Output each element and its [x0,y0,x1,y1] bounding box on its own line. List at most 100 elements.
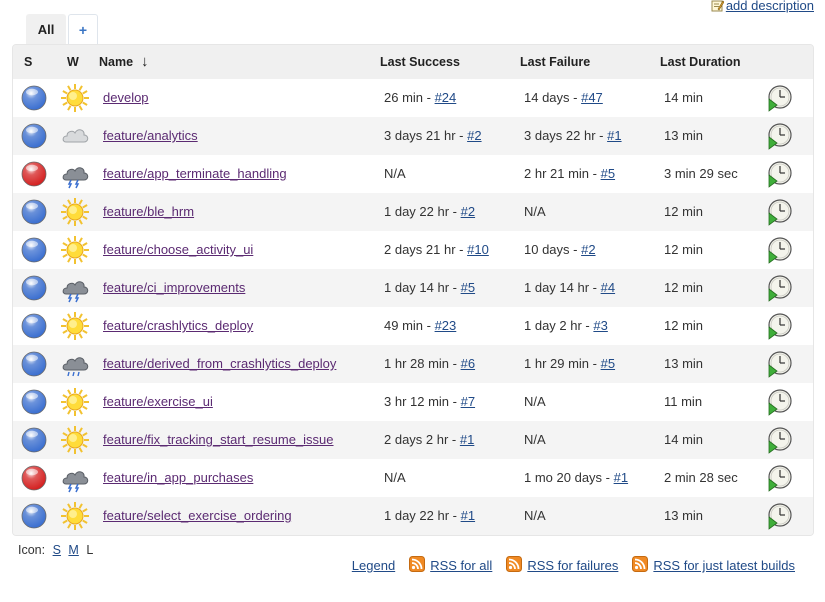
last-success: 2 days 2 hr - #1 [384,421,474,459]
last-success-time: 2 days 21 hr - [384,242,468,257]
schedule-build-icon[interactable] [767,502,793,530]
last-failure: 1 hr 29 min - #5 [524,345,615,383]
red-status-ball-icon [20,159,48,187]
last-duration: 3 min 29 sec [664,166,738,181]
job-name-link[interactable]: feature/analytics [103,128,198,143]
last-failure-build-link[interactable]: #1 [607,128,621,143]
footer-links: Legend RSS for all RSS for failures RSS … [352,556,795,575]
last-success-time: 1 day 22 hr - [384,204,461,219]
job-name-link[interactable]: feature/in_app_purchases [103,470,253,485]
blue-status-ball-icon [20,501,48,529]
last-success-build-link[interactable]: #2 [461,204,475,219]
job-name-link[interactable]: feature/fix_tracking_start_resume_issue [103,432,334,447]
job-name-link[interactable]: feature/select_exercise_ordering [103,508,292,523]
job-name-link[interactable]: feature/crashlytics_deploy [103,318,253,333]
last-success-build-link[interactable]: #5 [461,280,475,295]
job-row: feature/fix_tracking_start_resume_issue 2… [13,421,813,459]
last-failure-build-link[interactable]: #5 [601,166,615,181]
tab-all[interactable]: All [26,14,66,46]
last-success: 1 day 14 hr - #5 [384,269,475,307]
last-failure: 1 day 14 hr - #4 [524,269,615,307]
rss-all-link[interactable]: RSS for all [430,558,492,573]
last-success-build-link[interactable]: #6 [461,356,475,371]
schedule-build-icon[interactable] [767,388,793,416]
schedule-build-icon[interactable] [767,160,793,188]
schedule-build-icon[interactable] [767,198,793,226]
storm-weather-icon [60,273,90,303]
last-failure-build-link[interactable]: #2 [581,242,595,257]
job-row: feature/choose_activity_ui 2 days 21 hr -… [13,231,813,269]
schedule-build-icon[interactable] [767,236,793,264]
schedule-build-icon[interactable] [767,274,793,302]
col-name[interactable]: Name ↓ [99,45,149,79]
job-name-link[interactable]: feature/ci_improvements [103,280,245,295]
last-success-build-link[interactable]: #1 [460,432,474,447]
schedule-build-icon[interactable] [767,350,793,378]
icon-size-small[interactable]: S [53,543,61,557]
last-failure-time: N/A [524,394,546,409]
rss-latest[interactable]: RSS for just latest builds [632,556,795,575]
rss-latest-link[interactable]: RSS for just latest builds [653,558,795,573]
last-failure-time: 1 day 14 hr - [524,280,601,295]
last-failure-time: 2 hr 21 min - [524,166,601,181]
schedule-build-icon[interactable] [767,122,793,150]
last-success: 26 min - #24 [384,79,456,117]
sunny-weather-icon [60,501,90,531]
tab-add-view[interactable]: + [68,14,98,46]
job-name-link[interactable]: feature/ble_hrm [103,204,194,219]
job-row: feature/ble_hrm 1 day 22 hr - #2 N/A 12 min [13,193,813,231]
last-failure-build-link[interactable]: #1 [614,470,628,485]
last-failure: N/A [524,383,546,421]
last-success-build-link[interactable]: #10 [467,242,489,257]
last-success: 1 day 22 hr - #2 [384,193,475,231]
last-failure-time: 3 days 22 hr - [524,128,608,143]
rss-icon [632,556,649,575]
col-name-label: Name [99,55,134,69]
job-name-link[interactable]: feature/derived_from_crashlytics_deploy [103,356,336,371]
col-last-success[interactable]: Last Success [380,45,460,79]
schedule-build-icon[interactable] [767,84,793,112]
last-success-build-link[interactable]: #2 [467,128,481,143]
last-failure-time: N/A [524,508,546,523]
schedule-build-icon[interactable] [767,464,793,492]
schedule-build-icon[interactable] [767,426,793,454]
add-description[interactable]: add description [711,0,814,13]
last-failure: N/A [524,421,546,459]
last-duration: 13 min [664,356,704,371]
job-name-link[interactable]: feature/app_terminate_handling [103,166,287,181]
last-success-time: 26 min - [384,90,435,105]
col-last-duration[interactable]: Last Duration [660,45,741,79]
last-duration: 13 min [664,508,704,523]
last-success: 3 days 21 hr - #2 [384,117,482,155]
last-success-build-link[interactable]: #23 [435,318,457,333]
last-failure-build-link[interactable]: #3 [593,318,607,333]
last-success-build-link[interactable]: #1 [461,508,475,523]
last-success: 1 day 22 hr - #1 [384,497,475,535]
last-duration: 12 min [664,280,704,295]
rss-failures[interactable]: RSS for failures [506,556,618,575]
blue-status-ball-icon [20,311,48,339]
col-last-failure[interactable]: Last Failure [520,45,590,79]
last-failure-build-link[interactable]: #47 [581,90,603,105]
col-weather[interactable]: W [67,45,79,79]
jobs-table: S W Name ↓ Last Success Last Failure Last… [12,44,814,536]
schedule-build-icon[interactable] [767,312,793,340]
job-name-link[interactable]: feature/exercise_ui [103,394,213,409]
add-description-link[interactable]: add description [726,0,814,13]
legend-link[interactable]: Legend [352,558,395,573]
rss-all[interactable]: RSS for all [409,556,492,575]
last-success-build-link[interactable]: #24 [435,90,457,105]
icon-size-medium[interactable]: M [68,543,78,557]
last-failure-build-link[interactable]: #4 [601,280,615,295]
sunny-weather-icon [60,387,90,417]
last-success-build-link[interactable]: #7 [461,394,475,409]
icon-size-label: Icon: [18,543,46,557]
job-name-link[interactable]: develop [103,90,149,105]
rss-failures-link[interactable]: RSS for failures [527,558,618,573]
last-failure-time: 10 days - [524,242,582,257]
last-failure: 1 mo 20 days - #1 [524,459,628,497]
col-status[interactable]: S [24,45,32,79]
job-name-link[interactable]: feature/choose_activity_ui [103,242,253,257]
last-failure-build-link[interactable]: #5 [601,356,615,371]
last-failure: N/A [524,497,546,535]
